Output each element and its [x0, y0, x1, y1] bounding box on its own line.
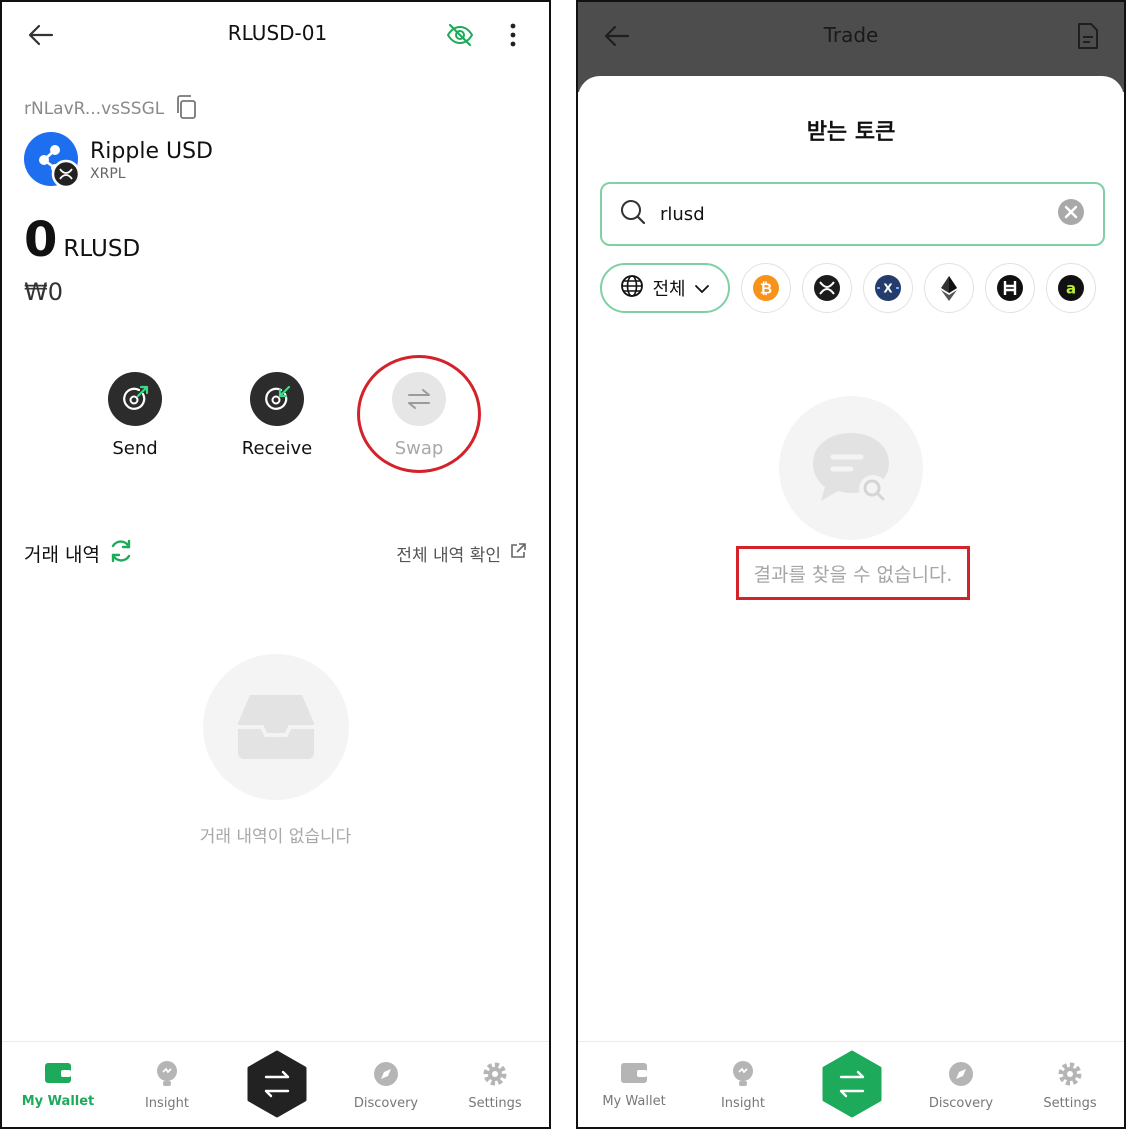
compass-icon	[372, 1060, 400, 1092]
document-icon[interactable]	[1074, 20, 1102, 52]
bottom-tab-bar: My Wallet Insight Discovery Settings	[578, 1041, 1124, 1127]
no-results-text: 결과를 찾을 수 없습니다.	[753, 563, 953, 586]
gear-icon	[481, 1060, 509, 1092]
empty-history-state: 거래 내역이 없습니다	[2, 654, 549, 847]
chat-search-icon	[779, 396, 923, 540]
svg-text:₿: ₿	[760, 280, 772, 298]
screenshot-canvas: RLUSD-01 rNLavR...vsSSGL Ripple USD XRPL…	[0, 0, 1126, 1129]
refresh-icon[interactable]	[108, 538, 134, 569]
tab-settings[interactable]: Settings	[1020, 1060, 1120, 1111]
no-results-state	[578, 396, 1124, 540]
wallet-address-row: rNLavR...vsSSGL	[24, 94, 198, 124]
compass-icon	[947, 1060, 975, 1092]
svg-text:X: X	[883, 282, 893, 296]
token-select-sheet: 받는 토큰 rlusd 전체 ₿ X a 결과를 찾을 수 없습니다.	[578, 76, 1124, 1127]
no-results-highlight-box: 결과를 찾을 수 없습니다.	[736, 546, 970, 600]
tab-my-wallet-label: My Wallet	[602, 1094, 666, 1109]
trade-token-select-screen: Trade 받는 토큰 rlusd 전체 ₿ X a 결과를 찾을 수 없습니다…	[576, 0, 1126, 1129]
highlight-circle	[357, 355, 481, 473]
swap-hex-icon	[247, 1050, 307, 1118]
ripple-usd-logo-icon	[24, 132, 81, 189]
tab-insight-label: Insight	[144, 1096, 190, 1111]
tab-insight[interactable]: Insight	[117, 1060, 217, 1111]
hide-balance-eye-icon[interactable]	[444, 20, 476, 50]
history-title: 거래 내역	[24, 544, 100, 566]
token-chain: XRPL	[90, 165, 126, 182]
tab-insight-label: Insight	[720, 1096, 766, 1111]
tab-my-wallet[interactable]: My Wallet	[8, 1060, 108, 1109]
send-button[interactable]: Send	[80, 372, 190, 459]
hedera-icon[interactable]	[985, 263, 1035, 313]
xrp-icon[interactable]	[802, 263, 852, 313]
network-filter-all-label: 전체	[652, 279, 686, 300]
token-search-input[interactable]: rlusd	[600, 182, 1105, 246]
bottom-tab-bar: My Wallet Insight Discovery Settings	[2, 1041, 549, 1127]
empty-tray-icon	[202, 654, 349, 800]
balance-symbol: RLUSD	[63, 236, 141, 262]
tab-my-wallet-label: My Wallet	[21, 1094, 95, 1109]
tab-discovery[interactable]: Discovery	[911, 1060, 1011, 1111]
tab-discovery-label: Discovery	[928, 1096, 994, 1111]
header: RLUSD-01	[2, 2, 549, 68]
ethereum-icon[interactable]	[924, 263, 974, 313]
tab-settings-label: Settings	[1043, 1096, 1097, 1111]
balance-amount: 0	[24, 212, 58, 268]
view-all-history-link[interactable]: 전체 내역 확인	[396, 541, 527, 566]
chevron-down-icon	[694, 278, 710, 299]
wallet-detail-screen: RLUSD-01 rNLavR...vsSSGL Ripple USD XRPL…	[0, 0, 551, 1129]
history-title-block: 거래 내역	[24, 538, 134, 569]
tab-my-wallet[interactable]: My Wallet	[584, 1060, 684, 1109]
wallet-icon	[619, 1060, 649, 1090]
page-title: Trade	[823, 23, 879, 47]
search-icon	[620, 199, 646, 229]
network-filter-all[interactable]: 전체	[600, 263, 730, 313]
external-link-icon	[509, 542, 527, 565]
receive-icon	[250, 372, 304, 426]
more-menu-icon[interactable]	[502, 20, 524, 50]
clear-search-icon[interactable]	[1057, 198, 1085, 230]
wallet-address: rNLavR...vsSSGL	[24, 99, 165, 119]
token-balance: 0 RLUSD	[24, 216, 140, 264]
swap-hex-icon	[822, 1050, 882, 1118]
tab-settings-label: Settings	[468, 1096, 522, 1111]
history-header: 거래 내역 전체 내역 확인	[24, 538, 527, 569]
trade-hex-button[interactable]	[245, 1050, 309, 1118]
sheet-title: 받는 토큰	[806, 120, 896, 145]
view-all-label: 전체 내역 확인	[396, 546, 501, 566]
token-name-block: Ripple USD XRPL	[90, 139, 213, 182]
send-label: Send	[112, 438, 158, 459]
lightbulb-icon	[154, 1060, 180, 1092]
bitcoin-icon[interactable]: ₿	[741, 263, 791, 313]
tab-insight[interactable]: Insight	[693, 1060, 793, 1111]
empty-history-text: 거래 내역이 없습니다	[199, 827, 352, 847]
tab-discovery[interactable]: Discovery	[336, 1060, 436, 1111]
trade-hex-button[interactable]	[820, 1050, 884, 1118]
svg-text:a: a	[1066, 280, 1076, 298]
globe-icon	[620, 274, 644, 303]
fiat-balance: ₩0	[24, 278, 63, 306]
receive-label: Receive	[241, 438, 313, 459]
search-query: rlusd	[660, 203, 705, 225]
network-filter-row: 전체 ₿ X a	[600, 262, 1110, 314]
send-icon	[108, 372, 162, 426]
tab-settings[interactable]: Settings	[445, 1060, 545, 1111]
xdc-icon[interactable]: X	[863, 263, 913, 313]
token-name: Ripple USD	[90, 138, 213, 164]
receive-button[interactable]: Receive	[222, 372, 332, 459]
gear-icon	[1056, 1060, 1084, 1092]
token-info: Ripple USD XRPL	[24, 132, 213, 189]
avail-icon[interactable]: a	[1046, 263, 1096, 313]
lightbulb-icon	[730, 1060, 756, 1092]
tab-discovery-label: Discovery	[353, 1096, 419, 1111]
wallet-icon	[43, 1060, 73, 1090]
copy-icon[interactable]	[174, 94, 198, 124]
